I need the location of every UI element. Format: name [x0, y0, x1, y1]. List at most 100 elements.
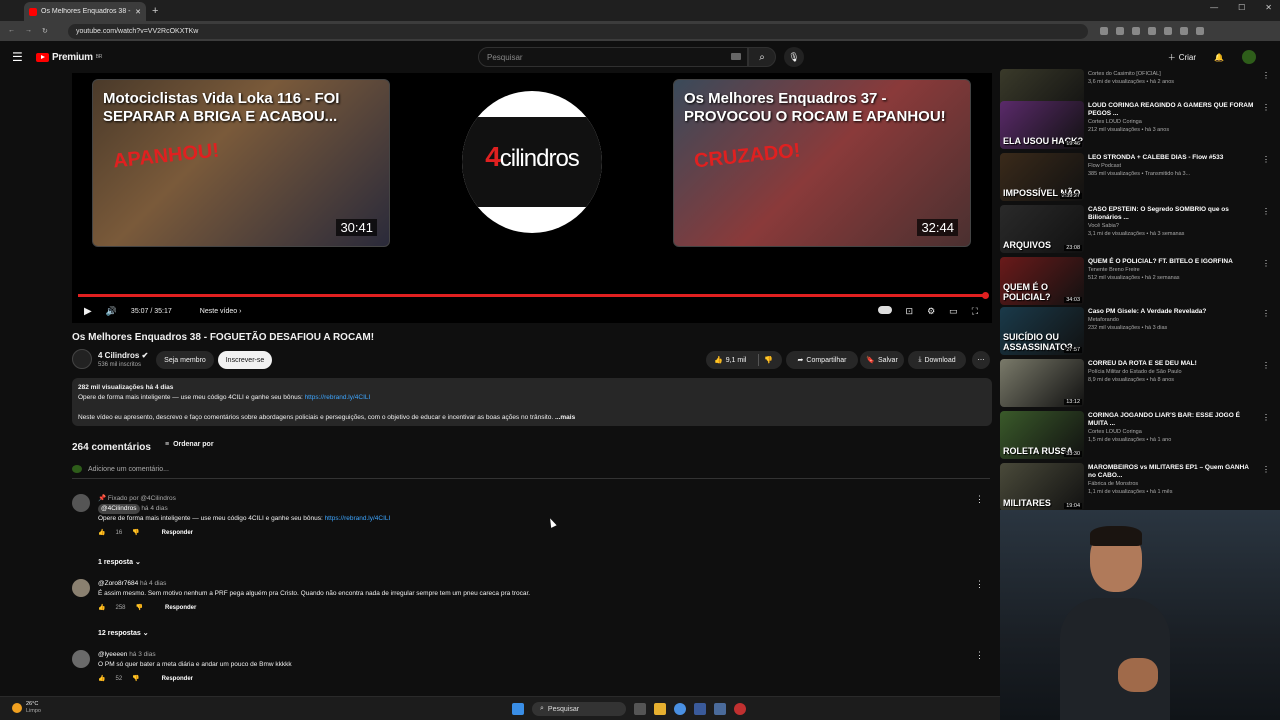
youtube-logo[interactable]: Premium BR	[36, 52, 102, 63]
reply-button[interactable]: Responder	[162, 674, 193, 684]
comment-like-icon[interactable]: 👍	[98, 528, 105, 538]
close-window-icon[interactable]: ✕	[1265, 3, 1272, 12]
create-button[interactable]: ＋ Criar	[1168, 52, 1196, 63]
description-link[interactable]: https://rebrand.ly/4CILI	[305, 394, 371, 401]
channel-avatar[interactable]	[72, 349, 92, 369]
recommended-video[interactable]: ARQUIVOS 23:08 CASO EPSTEIN: O Segredo SOM…	[1000, 205, 1270, 253]
endscreen-video-card[interactable]: Motociclistas Vida Loka 116 - FOI SEPARA…	[92, 79, 390, 247]
hamburger-menu-icon[interactable]: ☰	[12, 50, 24, 64]
extension-icon[interactable]	[1164, 27, 1172, 35]
video-thumbnail[interactable]: IMPOSSÍVEL NÃO 2:39:27	[1000, 153, 1084, 201]
dislike-icon[interactable]: 👎	[764, 356, 773, 364]
video-menu-icon[interactable]: ⋮	[1262, 465, 1270, 474]
recommended-video[interactable]: ROLETA RUSSA 33:30 CORINGA JOGANDO LIAR'S …	[1000, 411, 1270, 459]
video-thumbnail[interactable]: ARQUIVOS 23:08	[1000, 205, 1084, 253]
channel-name[interactable]: Cortes do Casimito [OFICIAL]	[1088, 70, 1258, 78]
minimize-icon[interactable]: —	[1210, 3, 1218, 12]
recommended-video[interactable]: IMPOSSÍVEL NÃO 2:39:27 LEO STRONDA + CALEB…	[1000, 153, 1270, 201]
taskbar-search[interactable]: ⌕ Pesquisar	[532, 702, 626, 716]
video-thumbnail[interactable]: SUICÍDIO OU ASSASSINATO? 27:57	[1000, 307, 1084, 355]
weather-widget[interactable]: 26°C Limpo	[12, 701, 41, 715]
recommended-video[interactable]: ELA USOU HACK? 19:46 LOUD CORINGA REAGINDO…	[1000, 101, 1270, 149]
windows-start-icon[interactable]	[512, 703, 524, 715]
comment-dislike-icon[interactable]: 👎	[132, 528, 139, 538]
task-view-icon[interactable]	[634, 703, 646, 715]
like-button[interactable]: 👍 9,1 mil 👎	[706, 351, 782, 369]
video-menu-icon[interactable]: ⋮	[1262, 155, 1270, 164]
channel-name[interactable]: Flow Podcast	[1088, 162, 1258, 170]
video-menu-icon[interactable]: ⋮	[1262, 361, 1270, 370]
subtitles-icon[interactable]: ⊡	[906, 306, 914, 317]
url-field[interactable]: youtube.com/watch?v=VV2RcOKXTKw	[68, 23, 1088, 39]
extension-icon[interactable]	[1148, 27, 1156, 35]
bookmark-icon[interactable]	[1116, 27, 1124, 35]
endscreen-video-card[interactable]: Os Melhores Enquadros 37 - PROVOCOU O RO…	[673, 79, 971, 247]
comment-dislike-icon[interactable]: 👎	[132, 674, 139, 684]
description-box[interactable]: 282 mil visualizações há 4 dias Opere de…	[72, 378, 992, 426]
endscreen-channel-logo[interactable]: 4cilindros	[462, 91, 602, 233]
video-thumbnail[interactable]: ELA USOU HACK? 19:46	[1000, 101, 1084, 149]
chrome-icon[interactable]	[674, 703, 686, 715]
chapters-button[interactable]: Neste vídeo ›	[200, 308, 242, 315]
video-menu-icon[interactable]: ⋮	[1262, 207, 1270, 216]
more-actions-icon[interactable]: ⋯	[972, 351, 990, 369]
sort-comments-button[interactable]: ≡ Ordenar por	[165, 441, 214, 448]
comment-menu-icon[interactable]: ⋮	[975, 494, 984, 505]
comment-menu-icon[interactable]: ⋮	[975, 650, 984, 661]
extension-icon[interactable]	[1100, 27, 1108, 35]
forward-icon[interactable]: →	[25, 27, 32, 35]
show-replies-button[interactable]: 12 respostas ⌄	[98, 629, 149, 637]
share-button[interactable]: ➦ Compartilhar	[786, 351, 858, 369]
channel-name[interactable]: Fábrica de Monstros	[1088, 480, 1258, 488]
video-thumbnail[interactable]: ROLETA RUSSA 33:30	[1000, 411, 1084, 459]
video-menu-icon[interactable]: ⋮	[1262, 259, 1270, 268]
video-title[interactable]: LOUD CORINGA REAGINDO A GAMERS QUE FORAM…	[1088, 102, 1258, 118]
settings-gear-icon[interactable]: ⚙	[927, 306, 935, 317]
reload-icon[interactable]: ↻	[42, 27, 48, 35]
browser-tab[interactable]: Os Melhores Enquadros 38 - FO ✕	[24, 2, 146, 21]
comment-author[interactable]: @4Cilindros	[98, 504, 140, 514]
search-button[interactable]: ⌕	[748, 47, 776, 67]
close-tab-icon[interactable]: ✕	[135, 8, 141, 16]
show-replies-button[interactable]: 1 resposta ⌄	[98, 558, 141, 566]
app-icon[interactable]	[694, 703, 706, 715]
back-icon[interactable]: ←	[8, 27, 15, 35]
miniplayer-icon[interactable]: ▭	[949, 306, 958, 317]
channel-name[interactable]: Cortes LOUD Coringa	[1088, 118, 1258, 126]
recommended-video[interactable]: 13:12 CORREU DA ROTA E SE DEU MAL! Polícia…	[1000, 359, 1270, 407]
video-thumbnail[interactable]: MILITARES 19:04	[1000, 463, 1084, 511]
video-title[interactable]: CASO EPSTEIN: O Segredo SOMBRIO que os B…	[1088, 206, 1258, 222]
volume-icon[interactable]: 🔊	[106, 306, 117, 317]
extension-icon[interactable]	[1132, 27, 1140, 35]
commenter-avatar[interactable]	[72, 494, 90, 512]
video-title[interactable]: CORREU DA ROTA E SE DEU MAL!	[1088, 360, 1258, 368]
video-thumbnail[interactable]: QUEM É O POLICIAL? 34:03	[1000, 257, 1084, 305]
file-explorer-icon[interactable]	[654, 703, 666, 715]
video-title[interactable]: MAROMBEIROS vs MILITARES EP1 – Quem GANH…	[1088, 464, 1258, 480]
channel-name[interactable]: Cortes LOUD Coringa	[1088, 428, 1258, 436]
save-button[interactable]: 🔖 Salvar	[860, 351, 904, 369]
profile-icon[interactable]	[1196, 27, 1204, 35]
comment-dislike-icon[interactable]: 👎	[136, 603, 143, 613]
join-button[interactable]: Seja membro	[156, 351, 214, 369]
fullscreen-icon[interactable]: ⛶	[972, 306, 978, 317]
progress-bar[interactable]	[78, 292, 989, 299]
video-title[interactable]: QUEM É O POLICIAL? FT. BITELO E IGORFINA	[1088, 258, 1258, 266]
video-player[interactable]: Motociclistas Vida Loka 116 - FOI SEPARA…	[72, 73, 992, 323]
search-input[interactable]: Pesquisar	[478, 47, 748, 67]
keyboard-icon[interactable]	[731, 53, 741, 60]
video-title[interactable]: Caso PM Gisele: A Verdade Revelada?	[1088, 308, 1258, 316]
calculator-icon[interactable]	[714, 703, 726, 715]
add-comment-input[interactable]: Adicione um comentário...	[72, 465, 990, 479]
video-menu-icon[interactable]: ⋮	[1262, 413, 1270, 422]
video-menu-icon[interactable]: ⋮	[1262, 309, 1270, 318]
autoplay-toggle[interactable]	[877, 305, 892, 314]
video-menu-icon[interactable]: ⋮	[1262, 71, 1270, 80]
comment-like-icon[interactable]: 👍	[98, 674, 105, 684]
commenter-avatar[interactable]	[72, 579, 90, 597]
channel-name[interactable]: 4 Cilindros ✔	[98, 351, 148, 360]
voice-search-button[interactable]: 🎙	[784, 47, 804, 67]
comment-link[interactable]: https://rebrand.ly/4CILI	[325, 515, 391, 522]
comment-author[interactable]: @Zoro8r7684	[98, 580, 138, 587]
commenter-avatar[interactable]	[72, 650, 90, 668]
